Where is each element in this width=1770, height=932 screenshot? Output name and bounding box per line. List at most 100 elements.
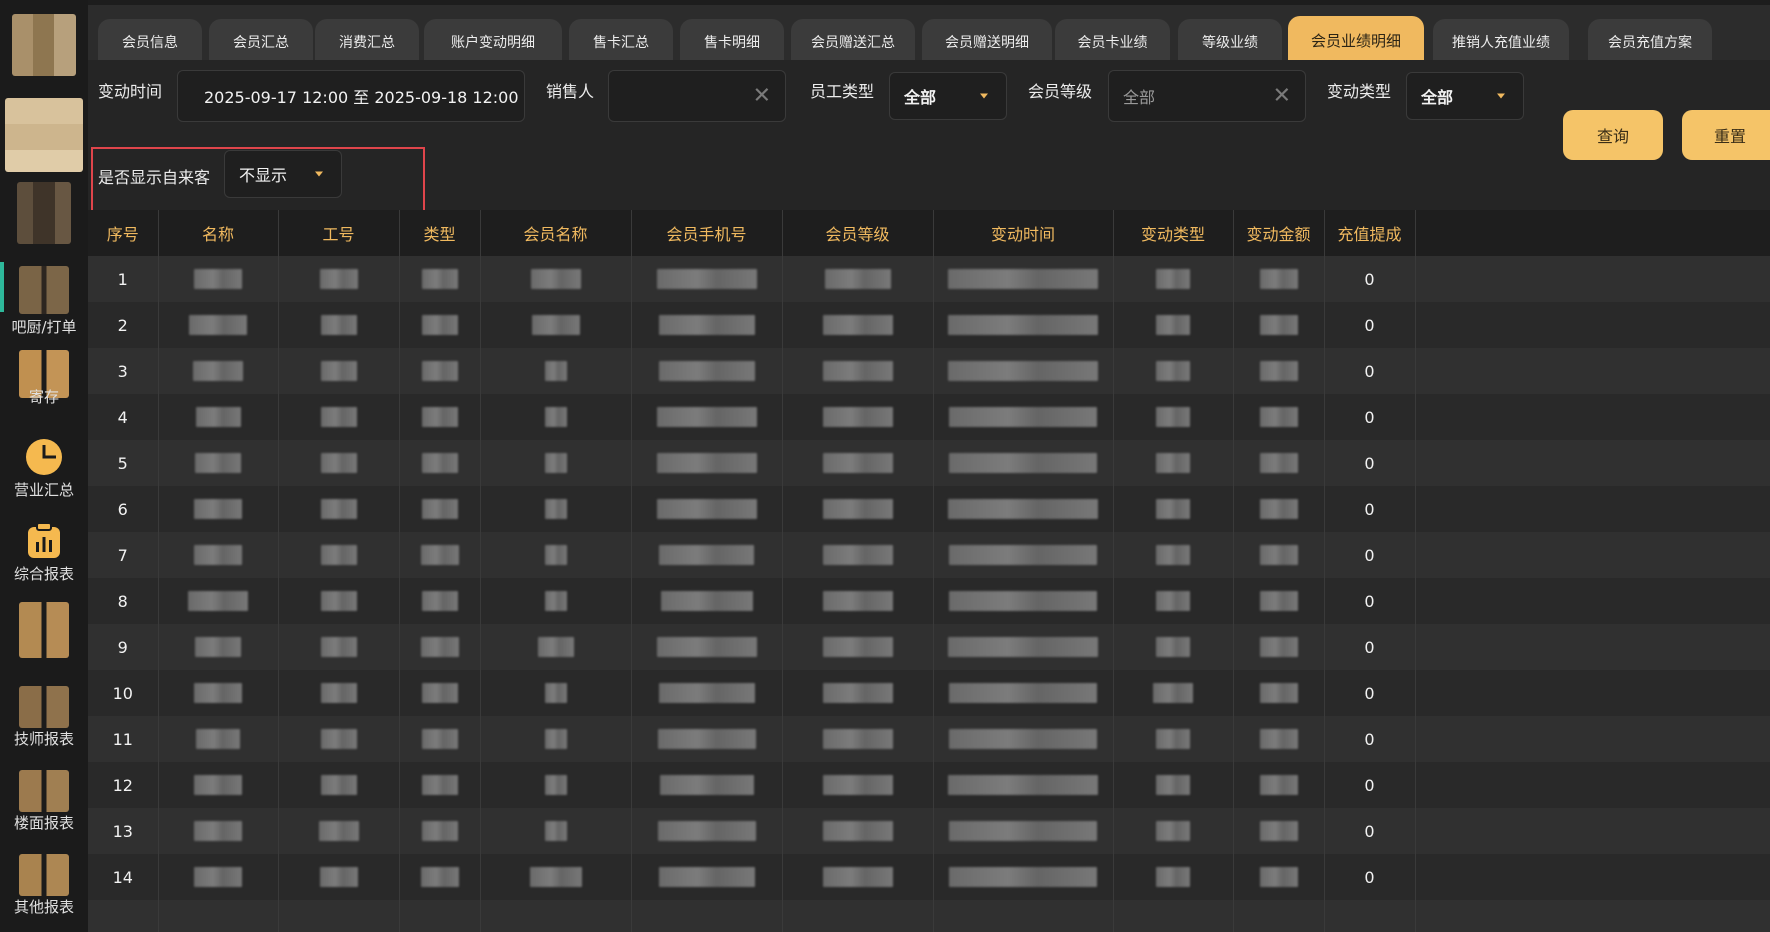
change-type-select[interactable]: 全部	[1406, 72, 1524, 120]
masked-cell	[782, 670, 934, 716]
sidebar-item-comprehensive-report[interactable]: 综合报表	[0, 522, 88, 584]
masked-cell	[399, 624, 481, 670]
sidebar-item-8[interactable]	[0, 602, 88, 658]
tab-referrer-recharge-performance[interactable]: 推销人充值业绩	[1433, 19, 1569, 65]
tab-card-sales-detail[interactable]: 售卡明细	[680, 19, 784, 65]
masked-cell	[1113, 532, 1234, 578]
table-row[interactable]: 12 0	[88, 762, 1770, 808]
masked-cell	[1113, 762, 1234, 808]
sidebar-item-label: 营业汇总	[13, 481, 74, 499]
table-row[interactable]: 50	[88, 440, 1770, 486]
column-header: 充值提成	[1324, 210, 1416, 256]
table-row[interactable]: 14 0	[88, 854, 1770, 900]
masked-cell	[278, 256, 400, 302]
clear-icon[interactable]: ✕	[753, 84, 771, 109]
change-time-range-picker[interactable]: 2025-09-17 12:00 至 2025-09-18 12:00	[177, 70, 525, 122]
staff-type-select[interactable]: 全部	[889, 72, 1007, 120]
column-header: 变动类型	[1113, 210, 1234, 256]
member-level-label: 会员等级	[1028, 82, 1093, 101]
floor-report-icon	[19, 770, 69, 812]
masked-cell	[399, 854, 481, 900]
tab-consumption-summary[interactable]: 消费汇总	[315, 19, 419, 65]
sidebar-item-label: 楼面报表	[13, 814, 74, 832]
blurred-content	[544, 407, 567, 428]
blurred-content	[194, 821, 242, 842]
recharge-commission-cell: 0	[1324, 256, 1416, 302]
tab-member-recharge-plan[interactable]: 会员充值方案	[1588, 19, 1712, 65]
blurred-content	[537, 637, 574, 658]
seller-label: 销售人	[546, 82, 595, 101]
table-row[interactable]: 80	[88, 578, 1770, 624]
recharge-commission-cell: 0	[1324, 624, 1416, 670]
table-row[interactable]: 11 0	[88, 716, 1770, 762]
query-button[interactable]: 查询	[1563, 110, 1663, 160]
masked-cell	[158, 578, 279, 624]
recharge-commission-cell: 0	[1324, 440, 1416, 486]
masked-cell	[278, 440, 400, 486]
tab-member-gift-summary[interactable]: 会员赠送汇总	[791, 19, 915, 65]
table-row[interactable]: 30	[88, 348, 1770, 394]
blurred-content	[1156, 821, 1190, 842]
tab-card-sales-summary[interactable]: 售卡汇总	[569, 19, 673, 65]
blurred-content	[659, 775, 754, 796]
table-row[interactable]: 10 0	[88, 670, 1770, 716]
tab-account-change-detail[interactable]: 账户变动明细	[424, 19, 562, 65]
table-row[interactable]: 20	[88, 302, 1770, 348]
tab-member-info[interactable]: 会员信息	[98, 19, 202, 65]
sidebar-item-technician-report[interactable]: 技师报表	[0, 686, 88, 749]
blurred-content	[822, 591, 893, 612]
tab-member-card-performance[interactable]: 会员卡业绩	[1055, 19, 1170, 65]
masked-cell	[480, 440, 632, 486]
blurred-content	[421, 775, 458, 796]
table-row[interactable]: 90	[88, 624, 1770, 670]
reset-button[interactable]: 重置	[1682, 110, 1770, 160]
masked-cell	[782, 532, 934, 578]
sidebar-item-storage[interactable]: 寄存	[0, 350, 88, 407]
masked-cell	[480, 624, 632, 670]
empty-cell	[1415, 900, 1770, 932]
blurred-content	[949, 867, 1097, 888]
table-row[interactable]: 10	[88, 256, 1770, 302]
tab-member-summary[interactable]: 会员汇总	[209, 19, 313, 65]
tab-level-performance[interactable]: 等级业绩	[1178, 19, 1282, 65]
tab-member-performance-detail[interactable]: 会员业绩明细	[1288, 16, 1424, 65]
table-row[interactable]: 60	[88, 486, 1770, 532]
blurred-content	[948, 269, 1098, 290]
masked-cell	[480, 394, 632, 440]
masked-cell	[158, 624, 279, 670]
masked-cell	[933, 762, 1114, 808]
table-row-empty	[88, 900, 1770, 932]
masked-cell	[278, 854, 400, 900]
blurred-content	[658, 867, 755, 888]
blurred-content	[1259, 269, 1298, 290]
sidebar-item-bar-kitchen[interactable]: 吧厨/打单	[0, 266, 88, 337]
row-spacer	[1415, 716, 1770, 762]
masked-cell	[1113, 716, 1234, 762]
masked-cell	[782, 808, 934, 854]
recharge-commission-cell: 0	[1324, 348, 1416, 394]
blurred-content	[1259, 453, 1298, 474]
sidebar-item-1[interactable]	[0, 14, 88, 76]
table-row[interactable]: 40	[88, 394, 1770, 440]
seller-input[interactable]: ✕	[608, 70, 786, 122]
blurred-content	[822, 821, 893, 842]
column-header: 会员等级	[782, 210, 934, 256]
tab-member-gift-detail[interactable]: 会员赠送明细	[922, 19, 1052, 65]
masked-cell	[158, 716, 279, 762]
clear-icon[interactable]: ✕	[1273, 84, 1291, 109]
sidebar-item-business-summary[interactable]: 营业汇总	[0, 438, 88, 500]
masked-cell	[782, 624, 934, 670]
blurred-content	[822, 729, 893, 750]
sidebar-item-3[interactable]	[0, 182, 88, 244]
member-level-input[interactable]: 全部 ✕	[1108, 70, 1306, 122]
data-table: 序号 名称 工号 类型 会员名称 会员手机号 会员等级 变动时间 变动类型 变动金额 充值提成 10…	[88, 210, 1770, 932]
sidebar-item-2[interactable]	[0, 98, 88, 172]
sidebar-item-floor-report[interactable]: 楼面报表	[0, 770, 88, 833]
sidebar-item-other-report[interactable]: 其他报表	[0, 854, 88, 917]
blurred-content	[318, 821, 359, 842]
table-row[interactable]: 13 0	[88, 808, 1770, 854]
table-row[interactable]: 70	[88, 532, 1770, 578]
blurred-content	[320, 775, 357, 796]
blurred-content	[320, 361, 357, 382]
masked-cell	[399, 808, 481, 854]
